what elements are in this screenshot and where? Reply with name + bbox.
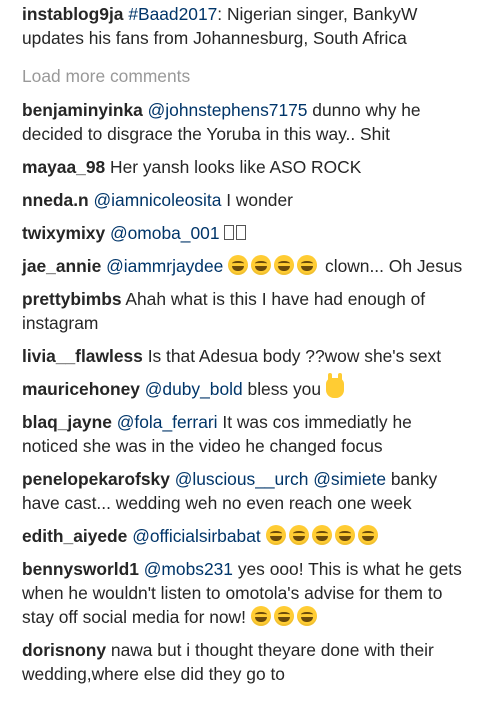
comment-username[interactable]: edith_aiyede bbox=[22, 526, 127, 546]
comment-item: penelopekarofsky @luscious__urch @simiet… bbox=[22, 467, 466, 515]
comment-item: jae_annie @iammrjaydee clown... Oh Jesus bbox=[22, 254, 466, 278]
comment-item: livia__flawless Is that Adesua body ??wo… bbox=[22, 344, 466, 368]
caption-hashtag[interactable]: #Baad2017 bbox=[128, 4, 217, 24]
comment-mention[interactable]: @johnstephens7175 bbox=[148, 100, 308, 120]
comment-username[interactable]: blaq_jayne bbox=[22, 412, 112, 432]
laughing-emoji-icon bbox=[251, 255, 272, 275]
comment-mention[interactable]: @fola_ferrari bbox=[117, 412, 218, 432]
comment-text: clown... Oh Jesus bbox=[320, 256, 463, 276]
comment-username[interactable]: livia__flawless bbox=[22, 346, 143, 366]
comment-item: dorisnony nawa but i thought theyare don… bbox=[22, 638, 466, 686]
comments-panel: instablog9ja #Baad2017: Nigerian singer,… bbox=[0, 0, 484, 686]
laughing-emoji-icon bbox=[228, 255, 249, 275]
comment-username[interactable]: penelopekarofsky bbox=[22, 469, 170, 489]
unsupported-glyph-icon bbox=[224, 225, 235, 240]
comment-item: edith_aiyede @officialsirbabat bbox=[22, 524, 466, 548]
comment-item: blaq_jayne @fola_ferrari It was cos imme… bbox=[22, 410, 466, 458]
comment-item: mauricehoney @duby_bold bless you bbox=[22, 373, 466, 401]
comment-text: bless you bbox=[242, 379, 326, 399]
comment-username[interactable]: prettybimbs bbox=[22, 289, 122, 309]
laughing-emoji-icon bbox=[265, 525, 286, 545]
laughing-emoji-icon bbox=[273, 606, 294, 626]
laughing-emoji-icon bbox=[288, 525, 309, 545]
rock-hand-emoji-icon bbox=[325, 373, 344, 398]
laughing-emoji-icon bbox=[297, 255, 318, 275]
comment-username[interactable]: nneda.n bbox=[22, 190, 89, 210]
comment-username[interactable]: dorisnony bbox=[22, 640, 106, 660]
comment-mention[interactable]: @duby_bold bbox=[145, 379, 243, 399]
post-caption: instablog9ja #Baad2017: Nigerian singer,… bbox=[22, 0, 466, 50]
laughing-emoji-icon bbox=[296, 606, 317, 626]
load-more-comments-button[interactable]: Load more comments bbox=[22, 64, 466, 88]
comment-item: bennysworld1 @mobs231 yes ooo! This is w… bbox=[22, 557, 466, 629]
comment-username[interactable]: mauricehoney bbox=[22, 379, 140, 399]
comment-item: prettybimbs Ahah what is this I have had… bbox=[22, 287, 466, 335]
comment-mention[interactable]: @iammrjaydee bbox=[106, 256, 223, 276]
comment-mention[interactable]: @omoba_001 bbox=[110, 223, 220, 243]
comment-username[interactable]: jae_annie bbox=[22, 256, 101, 276]
comment-item: mayaa_98 Her yansh looks like ASO ROCK bbox=[22, 155, 466, 179]
comment-username[interactable]: mayaa_98 bbox=[22, 157, 105, 177]
comment-text: I wonder bbox=[221, 190, 293, 210]
comment-item: nneda.n @iamnicoleosita I wonder bbox=[22, 188, 466, 212]
comment-username[interactable]: benjaminyinka bbox=[22, 100, 143, 120]
unsupported-glyph-icon bbox=[236, 225, 247, 240]
comment-username[interactable]: twixymixy bbox=[22, 223, 105, 243]
laughing-emoji-icon bbox=[357, 525, 378, 545]
laughing-emoji-icon bbox=[334, 525, 355, 545]
comment-text: Her yansh looks like ASO ROCK bbox=[105, 157, 362, 177]
caption-username[interactable]: instablog9ja bbox=[22, 4, 123, 24]
comment-item: twixymixy @omoba_001 bbox=[22, 221, 466, 245]
comment-mention[interactable]: @officialsirbabat bbox=[132, 526, 261, 546]
comment-mention[interactable]: @mobs231 bbox=[144, 559, 233, 579]
laughing-emoji-icon bbox=[250, 606, 271, 626]
comment-mention[interactable]: @luscious__urch bbox=[175, 469, 309, 489]
comment-mention[interactable]: @iamnicoleosita bbox=[94, 190, 222, 210]
comment-mention[interactable]: @simiete bbox=[313, 469, 386, 489]
laughing-emoji-icon bbox=[274, 255, 295, 275]
laughing-emoji-icon bbox=[311, 525, 332, 545]
comment-username[interactable]: bennysworld1 bbox=[22, 559, 139, 579]
comment-text bbox=[261, 526, 266, 546]
comment-text: Is that Adesua body ??wow she's sext bbox=[142, 346, 442, 366]
comment-item: benjaminyinka @johnstephens7175 dunno wh… bbox=[22, 98, 466, 146]
